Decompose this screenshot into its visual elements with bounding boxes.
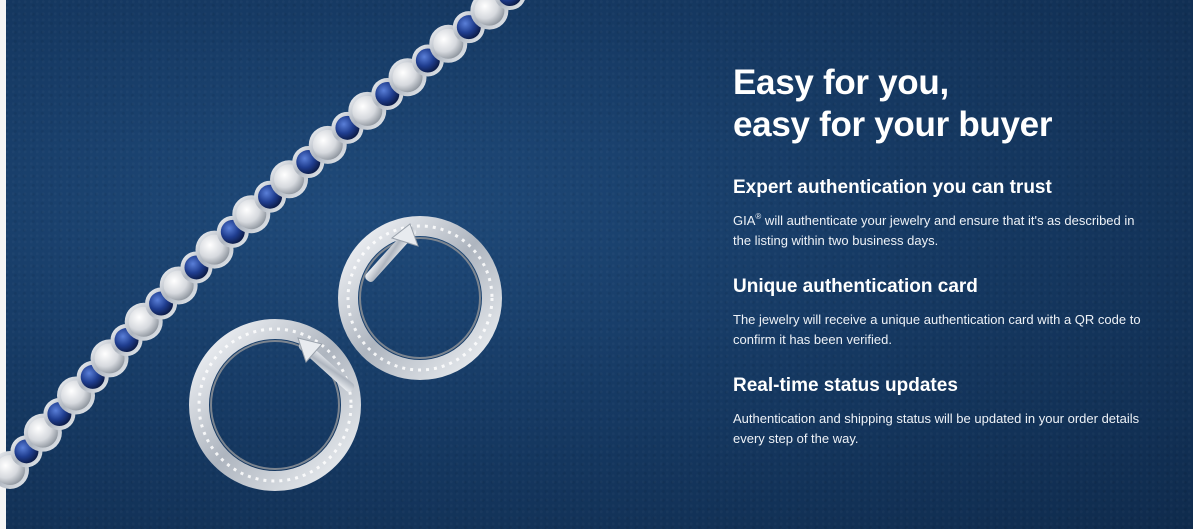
feature-description-text: will authenticate your jewelry and ensur…: [733, 213, 1135, 248]
jewelry-photo: [0, 0, 525, 491]
promo-headline: Easy for you, easy for your buyer: [733, 62, 1153, 146]
feature-title: Real-time status updates: [733, 375, 958, 396]
feature-description: GIA® will authenticate your jewelry and …: [733, 211, 1153, 251]
headline-line-1: Easy for you,: [733, 63, 949, 102]
feature-description: The jewelry will receive a unique authen…: [733, 312, 1141, 347]
feature-title: Unique authentication card: [733, 276, 978, 297]
headline-line-2: easy for your buyer: [733, 105, 1053, 144]
feature-status-updates: Real-time status updates Authentication …: [733, 374, 1153, 449]
promo-copy: Easy for you, easy for your buyer Expert…: [733, 62, 1153, 449]
feature-expert-authentication: Expert authentication you can trust GIA®…: [733, 176, 1153, 251]
hoop-earring-right: [338, 216, 502, 380]
feature-title: Expert authentication you can trust: [733, 177, 1052, 198]
gia-brand: GIA: [733, 213, 756, 228]
feature-authentication-card: Unique authentication card The jewelry w…: [733, 275, 1153, 350]
hoop-earring-left: [189, 319, 361, 491]
feature-description: Authentication and shipping status will …: [733, 411, 1140, 446]
authentication-promo-banner: Easy for you, easy for your buyer Expert…: [0, 0, 1193, 529]
